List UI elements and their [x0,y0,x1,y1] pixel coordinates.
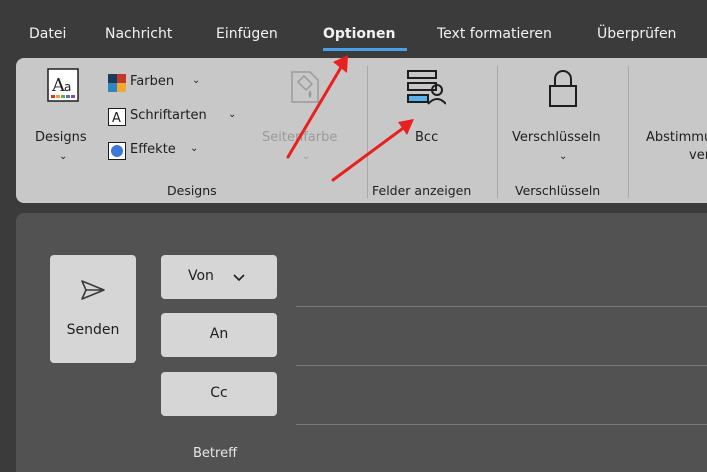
effects-label: Effekte [130,142,176,157]
subject-label: Betreff [193,446,238,461]
tab-optionen[interactable]: Optionen [323,26,395,42]
designs-group-label: Designs [167,183,217,198]
bcc-label: Bcc [415,130,439,145]
svg-text:a: a [64,80,71,94]
to-field[interactable] [296,365,707,366]
encrypt-group-label: Verschlüsseln [515,183,601,198]
to-label: An [209,326,229,342]
designs-button[interactable]: A a Designs ⌄ [30,64,100,174]
page-color-icon [291,71,319,103]
ribbon-tab-bar: Datei Nachricht Einfügen Optionen Text f… [0,0,707,56]
bcc-fields-icon [407,70,446,105]
fonts-dropdown[interactable]: A Schriftarten ⌄ [108,108,248,128]
from-label: Von [188,268,214,284]
cc-label: Cc [210,385,228,401]
cc-button[interactable]: Cc [161,372,277,416]
send-label: Senden [66,322,120,338]
voting-buttons-button[interactable]: Abstimmungsschaltflächen verwenden [636,64,707,174]
lock-icon [549,70,577,107]
tab-text-formatieren[interactable]: Text formatieren [437,26,552,42]
chevron-down-icon: ⌄ [192,75,201,86]
group-divider [367,66,368,198]
chevron-down-icon [233,274,245,282]
send-button[interactable]: Senden [50,255,136,363]
tab-nachricht[interactable]: Nachricht [105,26,172,42]
effects-icon [108,142,126,160]
colors-label: Farben [130,74,175,89]
tab-ueberpruefen[interactable]: Überprüfen [597,26,676,42]
fonts-icon: A [108,108,126,126]
group-divider [628,66,629,198]
chevron-down-icon: ⌄ [559,151,568,162]
from-field[interactable] [296,306,707,307]
chevron-down-icon: ⌄ [190,143,199,154]
voting-buttons-label-line2: verwenden [689,148,707,163]
designs-icon: A a [47,68,79,102]
encrypt-button[interactable]: Verschlüsseln ⌄ [506,64,618,174]
chevron-down-icon: ⌄ [228,109,237,120]
svg-text:A: A [112,111,121,126]
bcc-button[interactable]: Bcc [386,64,490,174]
voting-buttons-label-line1: Abstimmungsschaltflächen [646,130,707,145]
colors-icon [108,74,126,92]
tab-einfuegen[interactable]: Einfügen [216,26,278,42]
group-divider [497,66,498,198]
chevron-down-icon: ⌄ [302,151,311,162]
encrypt-label: Verschlüsseln [512,130,601,145]
colors-dropdown[interactable]: Farben ⌄ [108,74,218,94]
from-button[interactable]: Von [161,255,277,299]
page-color-label: Seitenfarbe [262,130,338,145]
active-tab-indicator [323,48,407,51]
page-color-button[interactable]: Seitenfarbe ⌄ [262,64,354,174]
fonts-label: Schriftarten [130,108,207,123]
ribbon-panel: A a Designs ⌄ Farben ⌄ A Schriftarten ⌄ [16,58,707,203]
send-icon [81,280,105,300]
to-button[interactable]: An [161,313,277,357]
cc-field[interactable] [296,424,707,425]
tab-datei[interactable]: Datei [29,26,66,42]
effects-dropdown[interactable]: Effekte ⌄ [108,142,218,162]
designs-button-label: Designs [35,130,87,145]
show-fields-group-label: Felder anzeigen [372,183,472,198]
chevron-down-icon: ⌄ [59,151,68,162]
